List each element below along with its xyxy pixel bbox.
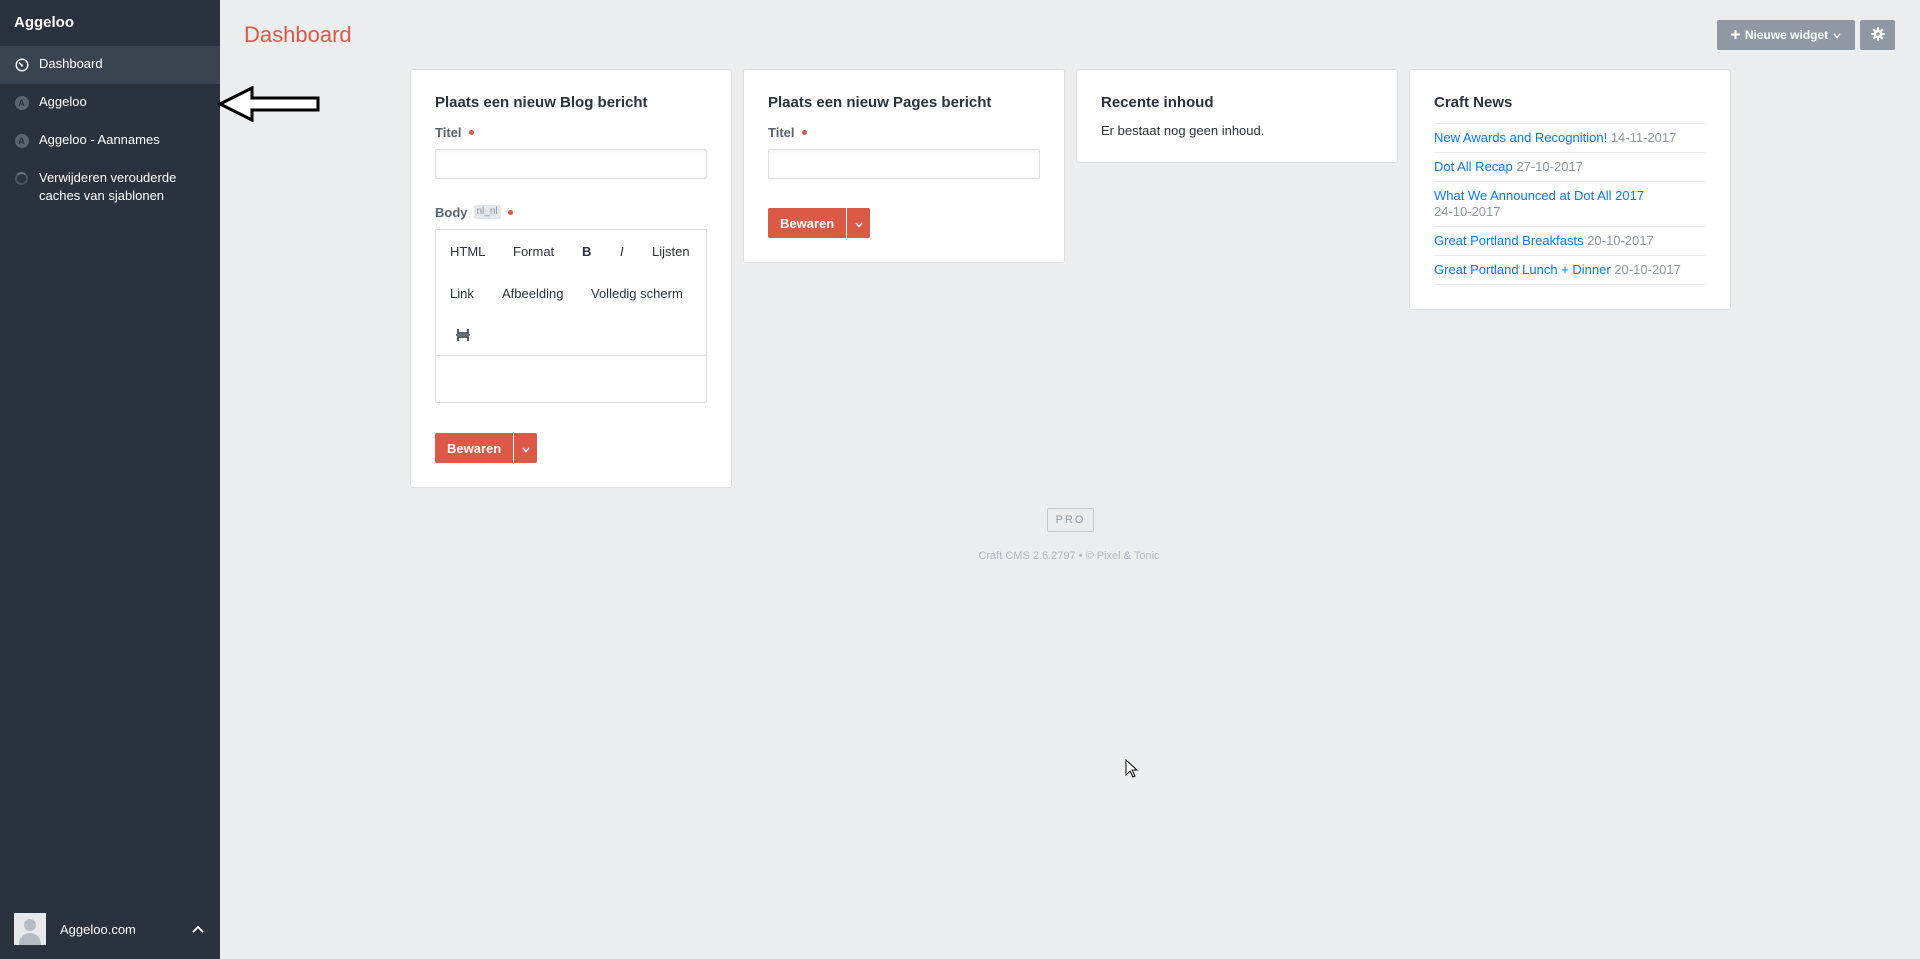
list-item: Dot All Recap 27-10-2017 <box>1434 153 1706 182</box>
toolbar-link-button[interactable]: Link <box>450 286 474 302</box>
title-field-label: Titel <box>768 123 1040 141</box>
widget-title: Craft News <box>1434 94 1513 111</box>
list-item: New Awards and Recognition! 14-11-2017 <box>1434 124 1706 153</box>
save-button[interactable]: Bewaren <box>768 208 847 238</box>
widget-title: Plaats een nieuw Pages bericht <box>768 94 992 111</box>
mouse-cursor-icon <box>1125 759 1139 778</box>
avatar[interactable] <box>14 913 46 945</box>
letter-a-icon: A <box>14 133 29 148</box>
site-name[interactable]: Aggeloo <box>14 14 74 31</box>
new-widget-label: Nieuwe widget <box>1744 28 1829 42</box>
gear-icon <box>1870 26 1885 44</box>
recent-entries-widget: Recente inhoud Er bestaat nog geen inhou… <box>1077 70 1397 162</box>
sidebar-item-label: Aggeloo - Aannames <box>39 132 160 147</box>
chevron-up-icon[interactable] <box>190 921 206 937</box>
new-widget-button[interactable]: Nieuwe widget <box>1717 20 1855 50</box>
save-options-button[interactable] <box>847 208 871 238</box>
settings-button[interactable] <box>1860 20 1895 50</box>
blog-title-input[interactable] <box>435 149 707 179</box>
quick-post-blog-widget: Plaats een nieuw Blog bericht Titel Body… <box>411 70 731 487</box>
news-date: 27-10-2017 <box>1516 159 1583 174</box>
list-item: Great Portland Breakfasts 20-10-2017 <box>1434 227 1706 256</box>
sidebar-item-label: Aggeloo <box>39 94 87 109</box>
arrow-left-icon <box>218 86 320 122</box>
chevron-down-icon <box>855 216 863 231</box>
toolbar-italic-button[interactable]: I <box>620 244 624 260</box>
editor-content-area[interactable] <box>436 356 706 402</box>
title-field-label: Titel <box>435 123 707 141</box>
page-break-icon[interactable] <box>456 328 470 346</box>
toolbar-bold-button[interactable]: B <box>582 244 591 260</box>
news-link[interactable]: Great Portland Lunch + Dinner <box>1434 262 1611 277</box>
sidebar-item-aggeloo[interactable]: A Aggeloo <box>0 84 220 122</box>
news-date: 24-10-2017 <box>1434 204 1501 219</box>
save-button[interactable]: Bewaren <box>435 433 514 463</box>
news-list: New Awards and Recognition! 14-11-2017 D… <box>1434 123 1706 285</box>
chevron-down-icon <box>522 441 530 456</box>
news-link[interactable]: What We Announced at Dot All 2017 <box>1434 188 1644 203</box>
sidebar-item-aggeloo-aannames[interactable]: A Aggeloo - Aannames <box>0 122 220 160</box>
pages-title-input[interactable] <box>768 149 1040 179</box>
save-button-group: Bewaren <box>768 208 1040 238</box>
letter-a-icon: A <box>14 95 29 110</box>
toolbar-image-button[interactable]: Afbeelding <box>502 286 563 302</box>
craft-news-widget: Craft News New Awards and Recognition! 1… <box>1410 70 1730 309</box>
sidebar: Aggeloo Dashboard A Aggeloo A Aggeloo - … <box>0 0 220 959</box>
news-link[interactable]: Great Portland Breakfasts <box>1434 233 1584 248</box>
news-date: 14-11-2017 <box>1610 130 1677 145</box>
save-button-group: Bewaren <box>435 433 707 463</box>
widget-title: Plaats een nieuw Blog bericht <box>435 94 648 111</box>
sidebar-item-label: Verwijderen verouderde caches van sjablo… <box>39 170 177 203</box>
toolbar-fullscreen-button[interactable]: Volledig scherm <box>591 286 683 302</box>
toolbar-lists-button[interactable]: Lijsten <box>652 244 690 260</box>
required-indicator <box>507 209 513 215</box>
sidebar-nav: Dashboard A Aggeloo A Aggeloo - Aannames… <box>0 46 220 214</box>
news-link[interactable]: Dot All Recap <box>1434 159 1513 174</box>
sidebar-item-label: Dashboard <box>39 56 103 71</box>
list-item: Great Portland Lunch + Dinner 20-10-2017 <box>1434 256 1706 285</box>
account-menu[interactable]: Aggeloo.com <box>14 913 206 945</box>
list-item: What We Announced at Dot All 2017 24-10-… <box>1434 182 1706 227</box>
chevron-down-icon <box>1833 28 1841 42</box>
editor-toolbar: HTML Format B I Lijsten Link Afbeelding … <box>436 230 706 356</box>
empty-message: Er bestaat nog geen inhoud. <box>1101 123 1265 138</box>
rich-text-editor: HTML Format B I Lijsten Link Afbeelding … <box>435 229 707 403</box>
footer-credits: Craft CMS 2.6.2797 • © Pixel & Tonic <box>978 550 1160 562</box>
sidebar-item-clear-caches[interactable]: Verwijderen verouderde caches van sjablo… <box>0 160 220 214</box>
body-field-label: Body nl_nl <box>435 203 707 221</box>
plus-icon <box>1730 28 1740 42</box>
news-link[interactable]: New Awards and Recognition! <box>1434 130 1607 145</box>
gauge-icon <box>14 57 29 72</box>
toolbar-format-button[interactable]: Format <box>513 244 554 260</box>
page-title: Dashboard <box>244 22 352 47</box>
account-name[interactable]: Aggeloo.com <box>60 922 190 937</box>
required-indicator <box>801 129 807 135</box>
news-date: 20-10-2017 <box>1614 262 1681 277</box>
widget-title: Recente inhoud <box>1101 94 1214 111</box>
quick-post-pages-widget: Plaats een nieuw Pages bericht Titel Bew… <box>744 70 1064 262</box>
save-options-button[interactable] <box>514 433 538 463</box>
spinner-icon <box>14 171 29 186</box>
edition-badge[interactable]: PRO <box>1047 508 1094 532</box>
toolbar-html-button[interactable]: HTML <box>450 244 485 260</box>
sidebar-item-dashboard[interactable]: Dashboard <box>0 46 220 84</box>
required-indicator <box>468 129 474 135</box>
news-date: 20-10-2017 <box>1587 233 1654 248</box>
locale-badge: nl_nl <box>473 205 501 219</box>
